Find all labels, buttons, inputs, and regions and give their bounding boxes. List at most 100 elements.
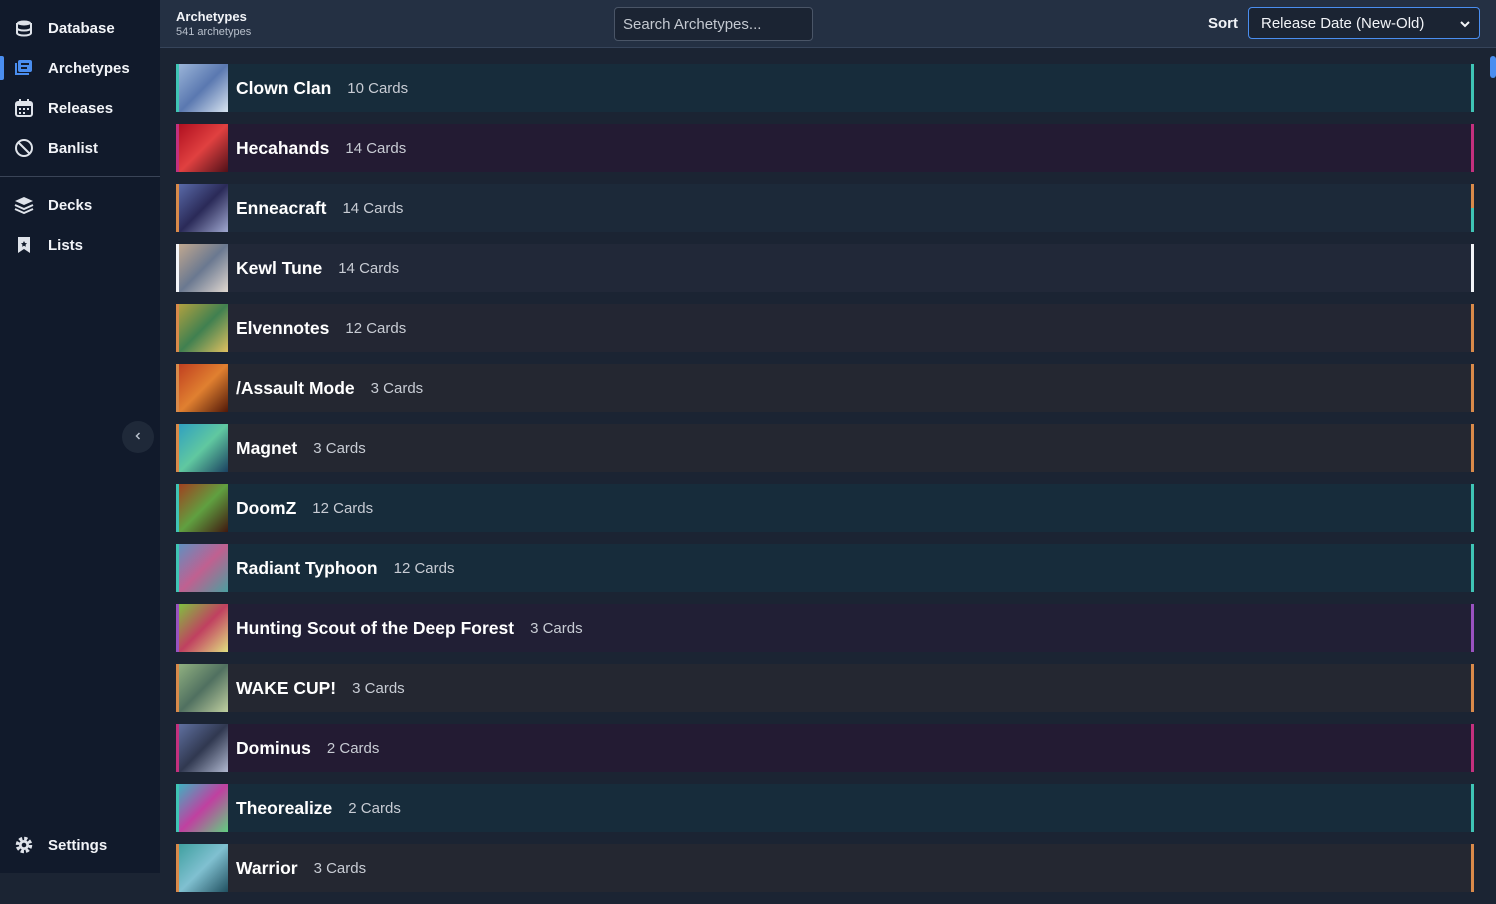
header-bar: Archetypes 541 archetypes Sort Release D… [160,0,1496,48]
archetype-accent-edge [1471,304,1474,352]
bookmark-icon [14,235,34,255]
archetype-list: Clown Clan 10 Cards Hecahands 14 Cards Ennea… [176,64,1474,904]
archetype-accent-edge [1471,124,1474,172]
archetype-row[interactable]: Kewl Tune 14 Cards [176,244,1474,292]
sidebar-item-label: Decks [48,196,93,214]
sidebar: Database Archetypes Releases Banlist Dec… [0,0,160,873]
archetype-card-count: 10 Cards [347,79,409,97]
archetype-thumbnail [176,64,228,112]
archetype-row[interactable]: Elvennotes 12 Cards [176,304,1474,352]
archetype-accent-edge [1471,724,1474,772]
sort-select[interactable]: Release Date (New-Old) [1248,7,1480,39]
archetype-name: Elvennotes [236,317,330,338]
gear-icon [14,835,34,855]
archetype-row[interactable]: WAKE CUP! 3 Cards [176,664,1474,712]
archetype-card-count: 3 Cards [352,679,405,697]
sidebar-item-lists[interactable]: Lists [0,225,160,265]
archetype-row[interactable]: Dominus 2 Cards [176,724,1474,772]
archetype-row[interactable]: Hecahands 14 Cards [176,124,1474,172]
sidebar-item-label: Lists [48,236,84,254]
archetype-card-count: 2 Cards [326,739,380,757]
archetype-row[interactable]: /Assault Mode 3 Cards [176,364,1474,412]
sort-select-value: Release Date (New-Old) [1261,14,1425,32]
archetype-thumbnail [176,484,228,532]
archetype-thumbnail [176,544,228,592]
archetype-card-count: 12 Cards [393,559,455,577]
archetype-row[interactable]: Warrior 3 Cards [176,844,1474,892]
archetype-accent-edge [1471,484,1474,532]
archetype-accent-edge [1471,664,1474,712]
chevron-left-icon [133,428,143,446]
archetype-name: Magnet [236,437,298,458]
archetype-row[interactable]: Enneacraft 14 Cards [176,184,1474,232]
archetype-thumbnail [176,724,228,772]
chevron-down-icon [1459,17,1471,34]
archetype-thumbnail [176,844,228,892]
archetype-name: Hecahands [236,137,330,158]
archetype-accent-edge [1471,844,1474,892]
archetype-name: Warrior [236,857,298,878]
archetype-name: /Assault Mode [236,377,355,398]
archetype-name: Kewl Tune [236,257,323,278]
sidebar-item-label: Archetypes [48,59,130,77]
archetype-thumbnail [176,424,228,472]
archetype-accent-edge [1471,424,1474,472]
search-input[interactable] [614,7,813,41]
archetype-thumbnail [176,184,228,232]
archetype-name: Hunting Scout of the Deep Forest [236,617,515,638]
sidebar-item-decks[interactable]: Decks [0,185,160,225]
sort-label: Sort [1208,15,1238,32]
archetype-accent-edge [1471,64,1474,112]
archetype-card-count: 3 Cards [530,619,583,637]
collapse-sidebar-button[interactable] [122,421,154,453]
archetype-accent-edge [1471,604,1474,652]
sidebar-item-releases[interactable]: Releases [0,88,160,128]
sidebar-item-label: Settings [48,836,108,854]
archetype-row[interactable]: Radiant Typhoon 12 Cards [176,544,1474,592]
archetype-thumbnail [176,784,228,832]
page-title: Archetypes [176,9,247,24]
archetype-row[interactable]: Theorealize 2 Cards [176,784,1474,832]
archetype-card-count: 14 Cards [338,259,400,277]
scrollbar-thumb[interactable] [1490,56,1496,78]
archetype-accent-edge [1471,544,1474,592]
archetype-thumbnail [176,364,228,412]
archetype-name: Enneacraft [236,197,327,218]
archetype-name: DoomZ [236,497,297,518]
sidebar-item-archetypes[interactable]: Archetypes [0,48,160,88]
archetype-name: Radiant Typhoon [236,557,378,578]
archetype-accent-edge [1471,364,1474,412]
archetype-card-count: 12 Cards [345,319,407,337]
archetype-name: WAKE CUP! [236,677,337,698]
archetype-row[interactable]: Hunting Scout of the Deep Forest 3 Cards [176,604,1474,652]
sidebar-item-label: Releases [48,99,114,117]
archetype-card-count: 14 Cards [342,199,404,217]
ban-icon [14,138,34,158]
sidebar-item-label: Banlist [48,139,99,157]
archetype-name: Clown Clan [236,77,332,98]
archetype-card-count: 2 Cards [348,799,401,817]
archetype-name: Dominus [236,737,311,758]
sidebar-divider [0,176,160,177]
archetype-row[interactable]: DoomZ 12 Cards [176,484,1474,532]
archetype-thumbnail [176,124,228,172]
archetype-name: Theorealize [236,797,333,818]
archetype-accent-edge [1471,184,1474,232]
sidebar-item-settings[interactable]: Settings [0,825,160,865]
archetype-accent-edge [1471,244,1474,292]
archetypes-icon [14,58,34,78]
archetype-thumbnail [176,604,228,652]
sidebar-item-label: Database [48,19,115,37]
archetype-accent-edge [1471,784,1474,832]
sidebar-item-banlist[interactable]: Banlist [0,128,160,168]
database-icon [14,18,34,38]
sidebar-item-database[interactable]: Database [0,8,160,48]
archetype-card-count: 12 Cards [312,499,374,517]
layers-icon [14,195,34,215]
archetype-row[interactable]: Magnet 3 Cards [176,424,1474,472]
archetype-card-count: 14 Cards [345,139,407,157]
archetype-row[interactable]: Clown Clan 10 Cards [176,64,1474,112]
archetype-count: 541 archetypes [176,26,252,38]
archetype-card-count: 3 Cards [370,379,424,397]
archetype-card-count: 3 Cards [313,859,367,877]
